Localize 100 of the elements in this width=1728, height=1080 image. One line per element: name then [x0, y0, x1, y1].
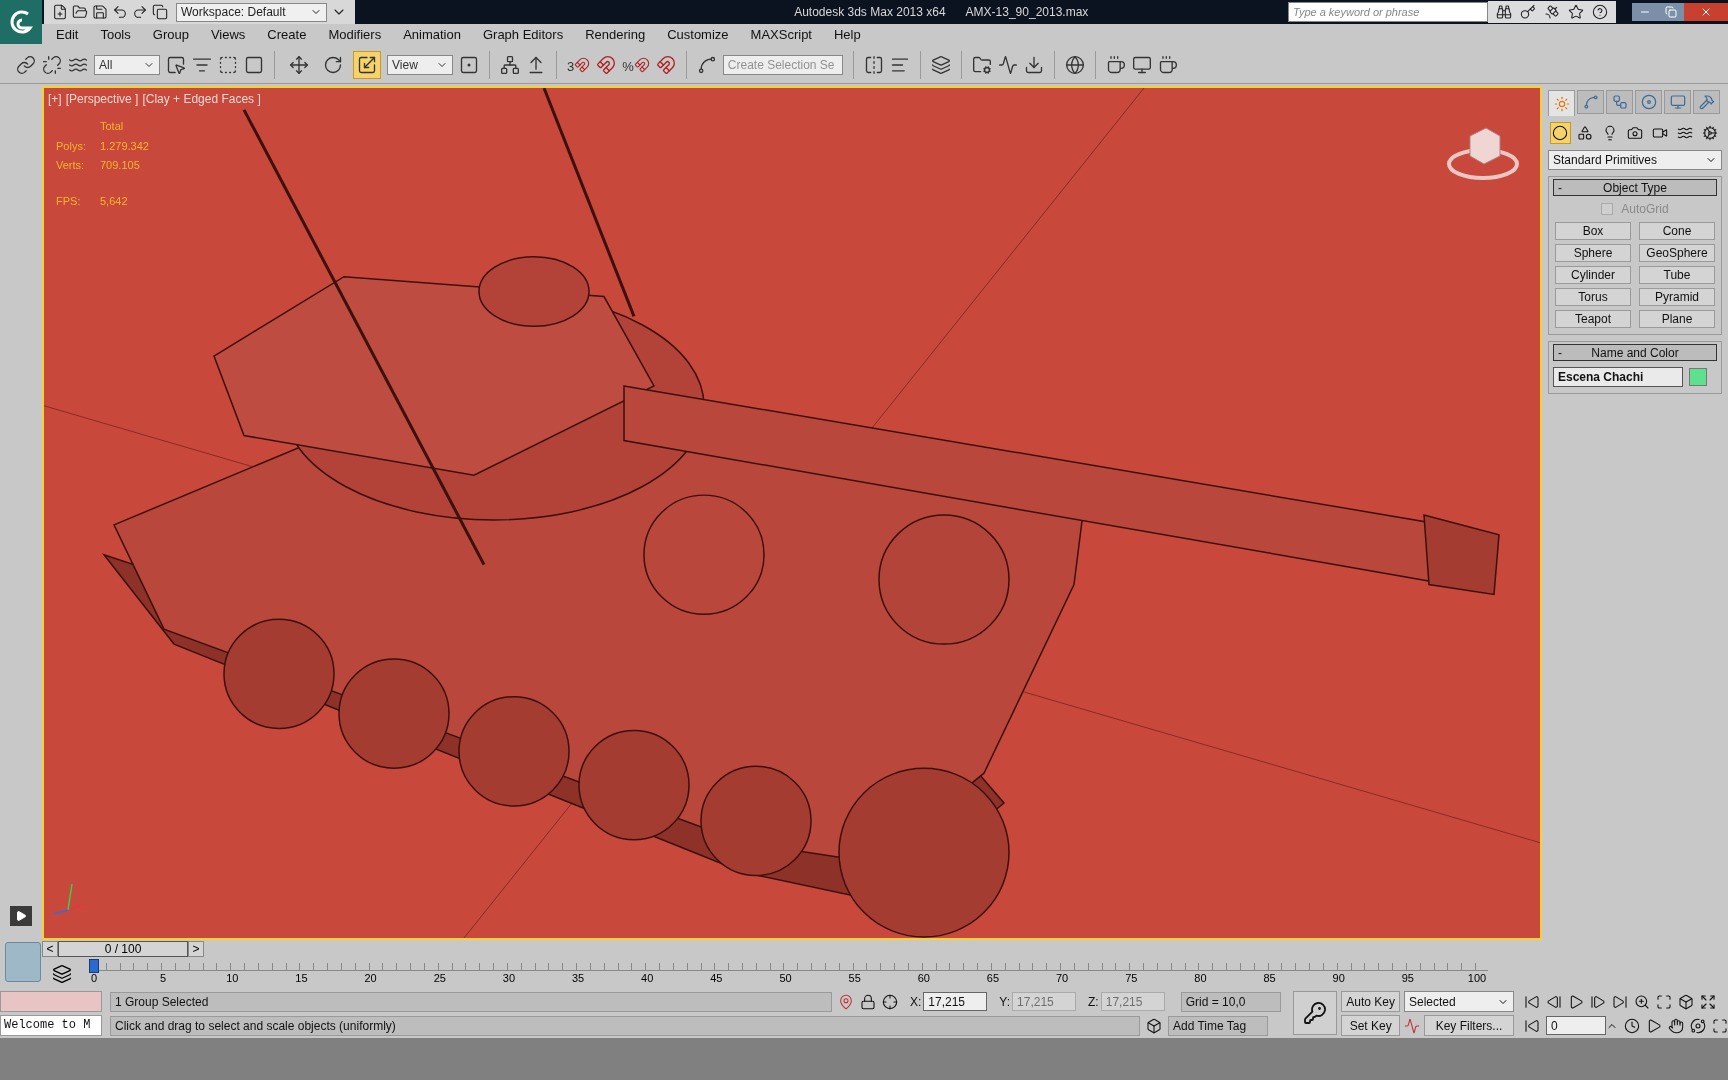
menu-item[interactable]: Help [834, 25, 861, 45]
magnet-icon[interactable] [574, 56, 591, 73]
time-tag-icon[interactable] [1146, 1017, 1162, 1034]
curve-icon[interactable] [1577, 90, 1604, 114]
time-marker[interactable] [89, 959, 99, 973]
menu-item[interactable]: MAXScript [750, 25, 812, 45]
previous-frame-button[interactable]: < [42, 940, 58, 957]
next-frame-button[interactable]: > [188, 940, 204, 957]
add-time-tag-button[interactable]: Add Time Tag [1168, 1015, 1268, 1036]
redo-icon[interactable] [132, 4, 148, 20]
curve-editor-icon[interactable] [997, 54, 1018, 75]
display-monitor-icon[interactable] [1664, 90, 1691, 114]
app-logo[interactable] [0, 0, 42, 44]
menu-item[interactable]: Group [152, 25, 189, 45]
magnet-icon[interactable] [633, 56, 650, 73]
orbit-icon[interactable] [1690, 1017, 1706, 1034]
primitive-button[interactable]: Cone [1639, 222, 1715, 240]
object-name-field[interactable]: Escena Chachi [1553, 367, 1683, 387]
scale-icon[interactable] [353, 50, 381, 79]
select-object-icon[interactable] [166, 54, 186, 75]
isolate-pin-icon[interactable] [838, 993, 854, 1010]
key-mode-dropdown[interactable]: Selected [1404, 991, 1514, 1012]
object-color-swatch[interactable] [1689, 368, 1707, 386]
key-mode-toggle-icon[interactable] [1524, 1017, 1540, 1034]
next-key-icon[interactable] [1590, 993, 1606, 1010]
binoculars-icon[interactable] [1496, 4, 1512, 20]
project-folder-icon[interactable] [152, 4, 168, 20]
menu-item[interactable]: Edit [56, 25, 79, 45]
primitive-button[interactable]: GeoSphere [1639, 244, 1715, 262]
primitive-button[interactable]: Plane [1639, 310, 1715, 328]
menu-item[interactable]: Graph Editors [482, 25, 564, 45]
coordinate-field[interactable]: 17,215 [923, 992, 988, 1011]
primitive-button[interactable]: Tube [1639, 266, 1715, 284]
auto-key-button[interactable]: Auto Key [1341, 991, 1400, 1012]
layers-icon[interactable] [930, 54, 951, 75]
satellite-dish-icon[interactable] [1544, 4, 1560, 20]
viewport-label[interactable]: [+] [48, 90, 62, 108]
rollout-header[interactable]: - Object Type [1553, 179, 1717, 196]
hierarchy-icon[interactable] [1606, 90, 1633, 114]
absolute-mode-icon[interactable] [882, 993, 898, 1010]
timeline-ruler[interactable]: 0 5 10 15 20 25 30 35 40 45 50 55 60 65 70 75 80 85 90 95 100 [92, 957, 1488, 990]
zoom-extents-all-icon[interactable] [1700, 993, 1716, 1010]
current-frame-field[interactable]: 0 [1546, 1016, 1606, 1035]
zoom-icon[interactable] [1634, 993, 1650, 1010]
angle-snap-icon[interactable] [596, 54, 617, 75]
go-to-end-icon[interactable] [1612, 993, 1628, 1010]
lock-icon[interactable] [860, 993, 876, 1010]
perspective-viewport[interactable]: [+] [Perspective ] [Clay + Edged Faces ] Total Polys: 1.279.342 Verts: 709.105 FPS: 5,642 [42, 86, 1542, 940]
menu-item[interactable]: Rendering [585, 25, 646, 45]
rollout-header[interactable]: - Name and Color [1553, 344, 1717, 361]
help-icon[interactable] [1592, 4, 1608, 20]
selection-filter-dropdown[interactable]: All [94, 54, 160, 75]
primitive-type-dropdown[interactable]: Standard Primitives [1548, 150, 1722, 170]
collapse-toggle[interactable]: - [1558, 178, 1570, 197]
dope-sheet-icon[interactable] [1023, 54, 1044, 75]
expand-track-bar-button[interactable] [10, 906, 32, 926]
viewport-label[interactable]: [Perspective ] [65, 90, 139, 108]
primitive-button[interactable]: Teapot [1555, 310, 1631, 328]
mirror-icon[interactable] [863, 54, 884, 75]
star-icon[interactable] [1568, 4, 1584, 20]
time-configuration-icon[interactable] [1624, 1017, 1640, 1034]
link-icon[interactable] [16, 54, 36, 75]
unlink-icon[interactable] [42, 54, 62, 75]
zoom-extents-icon[interactable] [1678, 993, 1694, 1010]
primitive-button[interactable]: Torus [1555, 288, 1631, 306]
material-sphere-icon[interactable] [1064, 54, 1085, 75]
menu-item[interactable]: Modifiers [328, 25, 382, 45]
new-file-icon[interactable] [52, 4, 68, 20]
workspace-dropdown[interactable]: Workspace: Default [176, 2, 327, 22]
maxscript-input[interactable]: Welcome to M [0, 1015, 102, 1036]
menu-item[interactable]: Views [210, 25, 246, 45]
maximize-viewport-icon[interactable] [1712, 1017, 1728, 1034]
pencil-icon[interactable] [696, 54, 717, 75]
viewport-label[interactable]: [Clay + Edged Faces ] [142, 90, 261, 108]
go-to-start-icon[interactable] [1524, 993, 1540, 1010]
render-teapot-icon[interactable] [1157, 54, 1178, 75]
collapse-toggle[interactable]: - [1558, 343, 1570, 362]
primitive-button[interactable]: Box [1555, 222, 1631, 240]
named-selection-field[interactable]: Create Selection Se [722, 54, 843, 75]
hammer-icon[interactable] [1693, 90, 1720, 114]
pivot-center-icon[interactable] [459, 54, 479, 75]
key-icon[interactable] [1520, 4, 1536, 20]
sphere-icon[interactable] [1550, 122, 1571, 144]
render-frame-icon[interactable] [1131, 54, 1152, 75]
search-field[interactable]: Type a keyword or phrase [1288, 2, 1488, 22]
time-slider[interactable]: 0 / 100 [58, 940, 188, 957]
menu-item[interactable]: Animation [403, 25, 461, 45]
menu-item[interactable]: Create [267, 25, 307, 45]
primitive-button[interactable]: Pyramid [1639, 288, 1715, 306]
spinner-snap-icon[interactable] [655, 54, 676, 75]
menu-item[interactable]: Tools [100, 25, 131, 45]
teapot-icon[interactable] [1105, 54, 1126, 75]
reference-coordinate-dropdown[interactable]: View [387, 54, 453, 75]
open-folder-icon[interactable] [72, 4, 88, 20]
axis-constraint-icon[interactable] [500, 54, 520, 75]
key-filters-button[interactable]: Key Filters... [1424, 1015, 1514, 1036]
set-key-button[interactable]: Set Key [1341, 1015, 1400, 1036]
zoom-all-icon[interactable] [1656, 993, 1672, 1010]
play-icon[interactable] [1568, 993, 1584, 1010]
folder-icon[interactable] [971, 54, 992, 75]
